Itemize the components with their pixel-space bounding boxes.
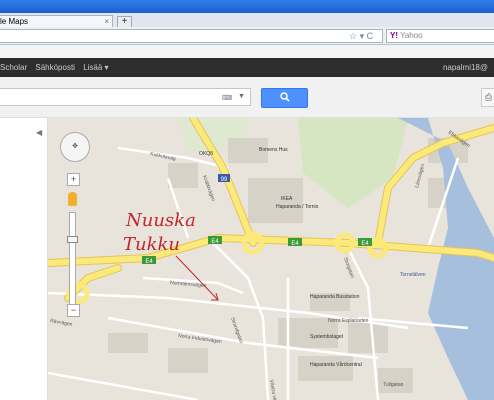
gbar-link-mail[interactable]: Sähköposti	[35, 63, 75, 72]
shield-e4-2: E4	[211, 239, 219, 245]
chevron-down-icon[interactable]: ▼	[238, 93, 245, 100]
place-ikea: IKEA	[281, 196, 293, 202]
annotation-line-1: Nuuska	[125, 210, 196, 231]
place-okq8: OKQ8	[199, 151, 213, 157]
annotation-line-2: Tukku	[123, 234, 180, 255]
map-svg: E4 E4 E4 E4 99 Kukkolaväg Krabbvägen Nor…	[48, 118, 494, 400]
place-vardcentral: Haparanda Vårdcentral	[310, 361, 362, 368]
keyboard-icon[interactable]: ⌨	[222, 94, 232, 102]
street-label: Tullgatan	[383, 382, 404, 388]
street-label: Norra Esplanaden	[328, 318, 369, 324]
window-titlebar	[0, 0, 494, 13]
place-systembolaget: Systembolaget	[310, 334, 344, 340]
maps-search-input[interactable]: ⌨ ▼	[0, 88, 251, 106]
toolbar-gap	[0, 45, 494, 58]
left-panel: ◀	[0, 118, 48, 400]
map-canvas[interactable]: E4 E4 E4 E4 99 Kukkolaväg Krabbvägen Nor…	[48, 118, 494, 400]
gbar-link-scholar[interactable]: Scholar	[0, 63, 27, 72]
zoom-slider-track[interactable]	[69, 212, 76, 306]
print-button[interactable]: ⎙	[481, 88, 494, 107]
magnifier-icon	[279, 92, 290, 102]
place-haparanda-tornio: Haparanda / Tornio	[276, 204, 319, 210]
place-busstation: Haparanda Busstation	[310, 294, 360, 300]
google-bar: Scholar Sähköposti Lisää ▾ napalmi18@	[0, 58, 494, 77]
url-actions-icon[interactable]: ☆ ▾ C	[349, 31, 373, 42]
yahoo-logo-icon: Y!	[390, 31, 398, 40]
shield-e4-4: E4	[361, 241, 369, 247]
shield-e4-3: E4	[291, 241, 299, 247]
zoom-out-button[interactable]: −	[67, 304, 80, 317]
pan-control[interactable]: ✥	[60, 132, 90, 162]
address-bar-row: ☆ ▾ C Y! Yahoo	[0, 27, 494, 45]
gbar-user-account[interactable]: napalmi18@	[443, 58, 488, 77]
gbar-link-more[interactable]: Lisää ▾	[83, 63, 108, 72]
tab-title: le Maps	[0, 17, 29, 26]
url-field[interactable]: ☆ ▾ C	[0, 29, 383, 43]
collapse-panel-icon[interactable]: ◀	[36, 128, 42, 137]
browser-search-placeholder: Yahoo	[400, 31, 423, 40]
place-bomens-hus: Bomens Hus	[259, 147, 288, 153]
maps-search-button[interactable]	[261, 88, 308, 108]
browser-search-field[interactable]: Y! Yahoo	[386, 29, 494, 43]
shield-e4-1: E4	[145, 259, 153, 265]
zoom-slider-handle[interactable]	[67, 236, 78, 243]
place-tornealven: Tornelälven	[400, 272, 426, 278]
zoom-in-button[interactable]: +	[67, 173, 80, 186]
maps-search-row: ⌨ ▼ ⎙	[0, 77, 494, 118]
shield-99: 99	[221, 177, 228, 183]
pegman-icon[interactable]	[68, 192, 77, 206]
